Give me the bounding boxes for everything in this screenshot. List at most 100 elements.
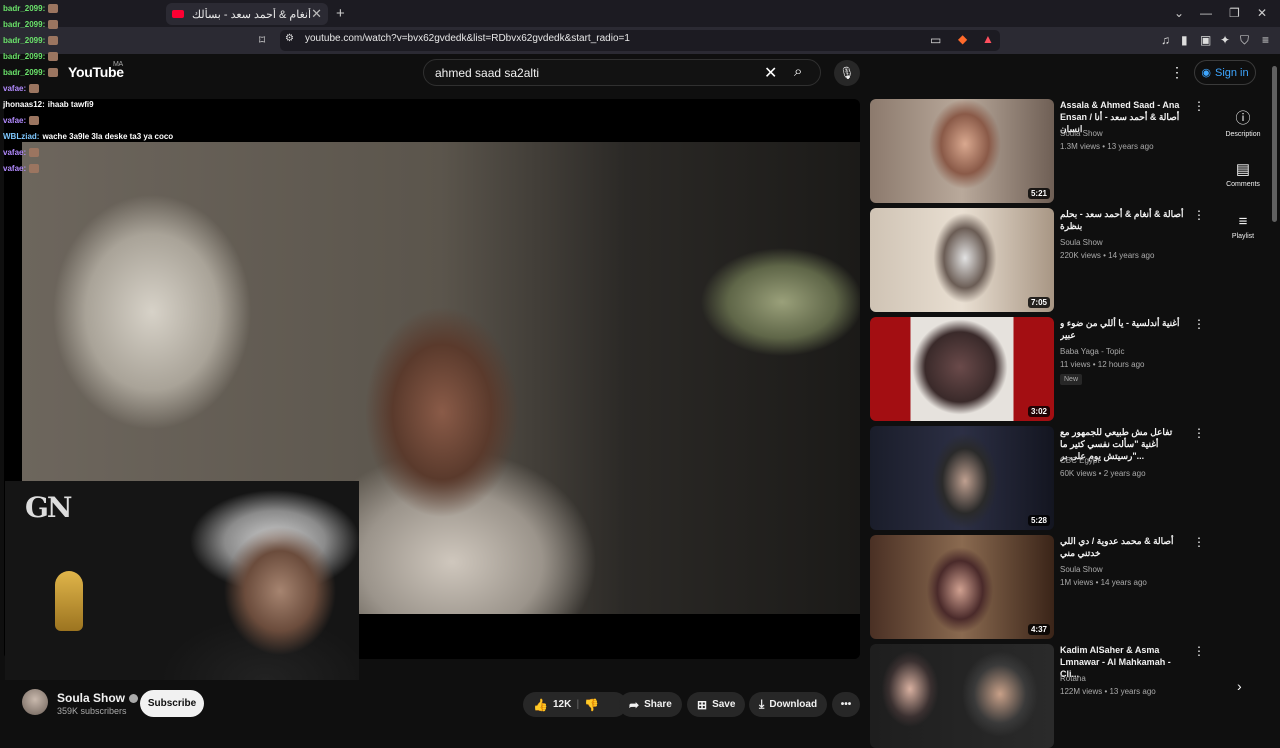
new-tab-button[interactable]: +	[336, 5, 345, 22]
video-title[interactable]: أصالة & أنغام & أحمد سعد - بحلم بنظرة	[1060, 208, 1186, 232]
browser-address-bar	[0, 27, 1280, 54]
rail-description[interactable]: ⓘ Description	[1222, 107, 1264, 138]
save-button[interactable]: ⊞ Save	[687, 692, 746, 717]
rail-comments[interactable]: ▤ Comments	[1222, 160, 1264, 188]
chat-username: badr_2099:	[3, 36, 46, 45]
channel-name[interactable]: Soula Show	[57, 691, 139, 705]
video-channel[interactable]: Baba Yaga - Topic	[1060, 347, 1125, 356]
video-thumbnail[interactable]: 3:02	[870, 317, 1054, 421]
video-title[interactable]: أغنية أندلسية - يا أللي من ضوء و عبير	[1060, 317, 1186, 341]
video-channel[interactable]: Soula Show	[1060, 238, 1103, 247]
sign-in-button[interactable]: ◉ Sign in	[1194, 60, 1256, 85]
emote-icon	[29, 148, 40, 158]
channel-avatar[interactable]	[22, 689, 48, 715]
clear-search-icon[interactable]: ✕	[764, 63, 777, 83]
subscribe-button[interactable]: Subscribe	[140, 690, 204, 717]
download-label: Download	[769, 699, 818, 710]
chat-username: vafae:	[3, 164, 27, 173]
share-button[interactable]: ➦ Share	[619, 692, 682, 717]
video-channel[interactable]: Rotana	[1060, 674, 1086, 683]
video-duration: 7:05	[1027, 297, 1050, 308]
video-meta: 220K views • 14 years ago	[1060, 251, 1155, 260]
chat-message: WBLziad: wache 3a9le 3la deske ta3 ya coc…	[3, 132, 173, 141]
chat-message: vafae:	[3, 116, 40, 126]
recommendation-card[interactable]: Kadim AlSaher & Asma Lmnawar - Al Mahkam…	[870, 644, 1205, 748]
tab-list-icon[interactable]: ⌄	[1174, 6, 1184, 20]
download-button[interactable]: ⤓ Download	[749, 692, 828, 717]
video-meta: 122M views • 13 years ago	[1060, 687, 1156, 696]
chat-username: jhonaas12:	[3, 100, 45, 109]
sidebar-icon[interactable]: ▮	[1181, 33, 1188, 47]
video-channel[interactable]: Soula Show	[1060, 129, 1103, 138]
video-title[interactable]: أصالة & محمد عدوية / دي اللي خدتني مني	[1060, 535, 1186, 559]
reader-view-icon[interactable]: ▭	[930, 33, 941, 47]
emote-icon	[48, 20, 59, 30]
tab-close-icon[interactable]: ✕	[311, 6, 322, 22]
chat-text: wache 3a9le 3la deske ta3 ya coco	[42, 132, 174, 141]
chevron-right-icon[interactable]: ›	[1237, 678, 1242, 694]
video-thumbnail[interactable]: 5:28	[870, 426, 1054, 530]
video-channel[interactable]: Soula Show	[1060, 565, 1103, 574]
save-label: Save	[712, 699, 736, 710]
more-options-icon[interactable]: ⋮	[1193, 426, 1205, 440]
minimize-button[interactable]: —	[1200, 6, 1212, 20]
settings-kebab-icon[interactable]: ⋮	[1170, 64, 1184, 81]
playlist-icon: ≡	[1238, 213, 1248, 230]
ai-icon[interactable]: ✦	[1220, 33, 1230, 47]
chat-message: vafae:	[3, 148, 40, 158]
wallet-icon[interactable]: ▣	[1200, 33, 1211, 47]
maximize-button[interactable]: ❐	[1229, 6, 1240, 20]
chat-username: vafae:	[3, 84, 27, 93]
chat-message: badr_2099:	[3, 20, 59, 30]
recommendation-card[interactable]: 5:28 تفاعل مش طبيعي للجمهور مع أغنية "سأل…	[870, 426, 1205, 530]
microphone-icon[interactable]: 🎙	[834, 60, 860, 86]
media-icon[interactable]: ♫	[1161, 33, 1170, 47]
more-options-icon[interactable]: ⋮	[1193, 317, 1205, 331]
youtube-favicon-icon	[172, 10, 184, 18]
recommendation-card[interactable]: 3:02 أغنية أندلسية - يا أللي من ضوء و عبي…	[870, 317, 1205, 421]
more-options-icon[interactable]: ⋮	[1193, 535, 1205, 549]
search-input[interactable]: ahmed saad sa2alti ✕ ⌕	[423, 59, 821, 86]
youtube-logo[interactable]: YouTube MA	[68, 61, 124, 80]
more-options-icon[interactable]: ⋮	[1193, 208, 1205, 222]
site-info-icon[interactable]: ⚙	[285, 33, 294, 44]
download-icon: ⤓	[759, 697, 765, 711]
video-thumbnail[interactable]: 4:37	[870, 535, 1054, 639]
info-icon: ⓘ	[1235, 110, 1251, 127]
video-duration: 4:37	[1027, 624, 1050, 635]
rewards-icon[interactable]: ▲	[982, 32, 994, 46]
comments-icon: ▤	[1235, 161, 1251, 178]
brave-shield-icon[interactable]: ◆	[958, 32, 967, 46]
bookmark-icon[interactable]: ⌑	[259, 33, 265, 47]
emote-icon	[29, 84, 40, 94]
like-dislike-group: 👍 12K | 👎	[523, 692, 627, 717]
page-scrollbar[interactable]	[1272, 66, 1277, 222]
recommendation-card[interactable]: 4:37 أصالة & محمد عدوية / دي اللي خدتني م…	[870, 535, 1205, 639]
rail-description-label: Description	[1225, 131, 1261, 138]
more-options-icon[interactable]: ⋮	[1193, 99, 1205, 113]
video-channel[interactable]: CBC Egypt	[1060, 456, 1100, 465]
video-duration: 3:02	[1027, 406, 1050, 417]
rail-playlist[interactable]: ≡ Playlist	[1222, 213, 1264, 240]
like-count[interactable]: 12K	[553, 699, 571, 710]
more-options-icon[interactable]: ⋮	[1193, 644, 1205, 658]
recommendation-card[interactable]: 5:21 Assala & Ahmed Saad - Ana Ensan / أص…	[870, 99, 1205, 203]
chat-message: badr_2099:	[3, 52, 59, 62]
subscriber-count: 359K subscribers	[57, 706, 127, 716]
more-actions-button[interactable]: •••	[832, 692, 860, 717]
browser-tab-active[interactable]: أصالة و أنغام & أحمد سعد - بسألك ✕	[166, 3, 328, 25]
video-duration: 5:28	[1027, 515, 1050, 526]
emote-icon	[29, 116, 40, 126]
recommendation-card[interactable]: 7:05 أصالة & أنغام & أحمد سعد - بحلم بنظر…	[870, 208, 1205, 312]
menu-icon[interactable]: ≡	[1262, 33, 1269, 47]
video-thumbnail[interactable]: 5:21	[870, 99, 1054, 203]
video-thumbnail[interactable]: 7:05	[870, 208, 1054, 312]
search-icon[interactable]: ⌕	[794, 63, 802, 80]
video-thumbnail[interactable]	[870, 644, 1054, 748]
close-window-button[interactable]: ✕	[1257, 6, 1267, 20]
like-icon[interactable]: 👍	[533, 698, 548, 712]
dislike-icon[interactable]: 👎	[584, 698, 599, 712]
browser-tab-bar: أصالة و أنغام & أحمد سعد - بسألك ✕ + ⌄ —…	[0, 0, 1280, 27]
video-duration: 5:21	[1027, 188, 1050, 199]
vpn-shield-icon[interactable]: ⛉	[1240, 33, 1249, 48]
